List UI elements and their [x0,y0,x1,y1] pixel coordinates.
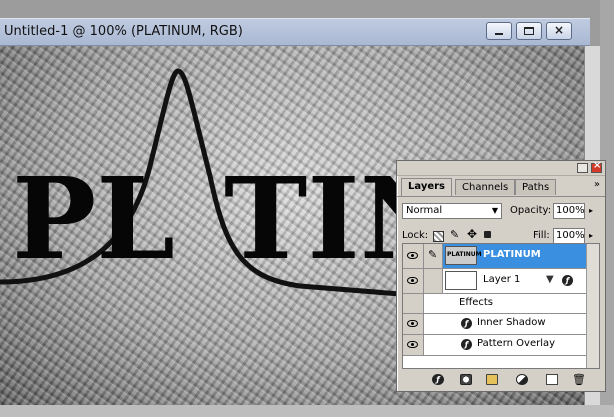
trash-icon[interactable]: 🗑 [572,374,586,385]
fill-slider-arrow-icon[interactable]: ▸ [589,231,593,240]
close-icon: × [593,160,602,171]
effects-header-row[interactable]: Effects [403,294,599,314]
lock-paint-brush-icon[interactable]: ✎ [450,228,459,241]
fill-input[interactable]: 100% [553,228,585,244]
opacity-input[interactable]: 100% [553,203,585,219]
opacity-label: Opacity: [510,205,552,216]
blend-mode-select[interactable]: Normal ▼ [402,203,502,219]
eye-icon [407,252,418,259]
effect-row-inner-shadow[interactable]: ƒ Inner Shadow [403,314,599,335]
effect-row-pattern-overlay[interactable]: ƒ Pattern Overlay [403,335,599,356]
eye-icon [407,341,418,348]
minimize-button[interactable] [486,22,512,40]
lock-label: Lock: [402,230,429,241]
minimize-icon [495,33,503,35]
expand-effects-icon[interactable]: ▼ [546,274,554,285]
lock-all-icon[interactable] [484,231,491,238]
document-titlebar[interactable]: Untitled-1 @ 100% (PLATINUM, RGB) × [0,18,590,46]
fx-icon: ƒ [461,339,472,350]
close-button[interactable]: × [546,22,572,40]
effects-visibility-cell [403,294,424,313]
new-layer-icon[interactable] [546,374,558,385]
opacity-slider-arrow-icon[interactable]: ▸ [589,206,593,215]
add-layer-style-icon[interactable]: ƒ [432,374,444,385]
effect-name: Pattern Overlay [477,338,556,349]
tab-channels[interactable]: Channels [455,179,516,195]
layer-brush-toggle[interactable]: ✎ [424,244,443,268]
layer-row-layer1[interactable]: Layer 1 ▼ ƒ [403,269,599,294]
blend-mode-value: Normal [406,205,443,216]
thumb-text: PLATINUM [447,251,482,258]
visibility-toggle[interactable] [403,314,424,334]
visibility-toggle[interactable] [403,244,424,268]
layer-name: Layer 1 [483,274,521,285]
palette-menu-icon[interactable]: » [594,179,600,190]
layer-name: PLATINUM [483,249,541,260]
close-icon: × [554,23,565,37]
maximize-icon [524,27,534,35]
layers-palette: × Layers Channels Paths » Normal ▼ Opaci… [396,160,606,392]
palette-minimize-button[interactable] [577,163,588,173]
layers-list: ✎ PLATINUM PLATINUM Layer 1 ▼ ƒ Effects … [402,243,600,369]
layer-thumbnail: PLATINUM [445,246,482,265]
layer-row-platinum[interactable]: ✎ PLATINUM PLATINUM [403,244,599,269]
fx-icon: ƒ [562,275,573,286]
fill-label: Fill: [533,230,550,241]
chevron-down-icon: ▼ [491,206,498,215]
lock-transparent-icon[interactable] [433,231,444,242]
blend-row: Normal ▼ Opacity: 100% ▸ [397,200,605,222]
tab-paths[interactable]: Paths [515,179,557,195]
paint-brush-icon: ✎ [428,248,438,261]
layer-thumbnail [445,271,477,290]
tab-layers[interactable]: Layers [401,178,452,196]
layers-scrollbar[interactable] [586,244,599,368]
palette-bottom-toolbar: ƒ 🗑 [402,372,600,388]
document-title: Untitled-1 @ 100% (PLATINUM, RGB) [4,24,243,39]
new-group-folder-icon[interactable] [486,374,498,385]
visibility-toggle[interactable] [403,269,424,293]
effects-label: Effects [459,297,493,308]
lock-move-icon[interactable]: ✥ [467,227,477,241]
eye-icon [407,320,418,327]
fx-icon: ƒ [461,318,472,329]
add-mask-icon[interactable] [460,374,472,385]
palette-close-button[interactable]: × [591,160,602,173]
visibility-toggle[interactable] [403,335,424,355]
canvas-text-pl: PL [12,154,175,285]
eye-icon [407,277,418,284]
maximize-button[interactable] [516,22,542,40]
palette-titlebar[interactable]: × [397,160,605,176]
adjustment-layer-icon[interactable] [516,374,528,385]
status-strip [0,405,614,417]
layer-link-toggle[interactable] [424,269,443,293]
palette-tabs: Layers Channels Paths » [397,176,605,197]
effect-name: Inner Shadow [477,317,546,328]
